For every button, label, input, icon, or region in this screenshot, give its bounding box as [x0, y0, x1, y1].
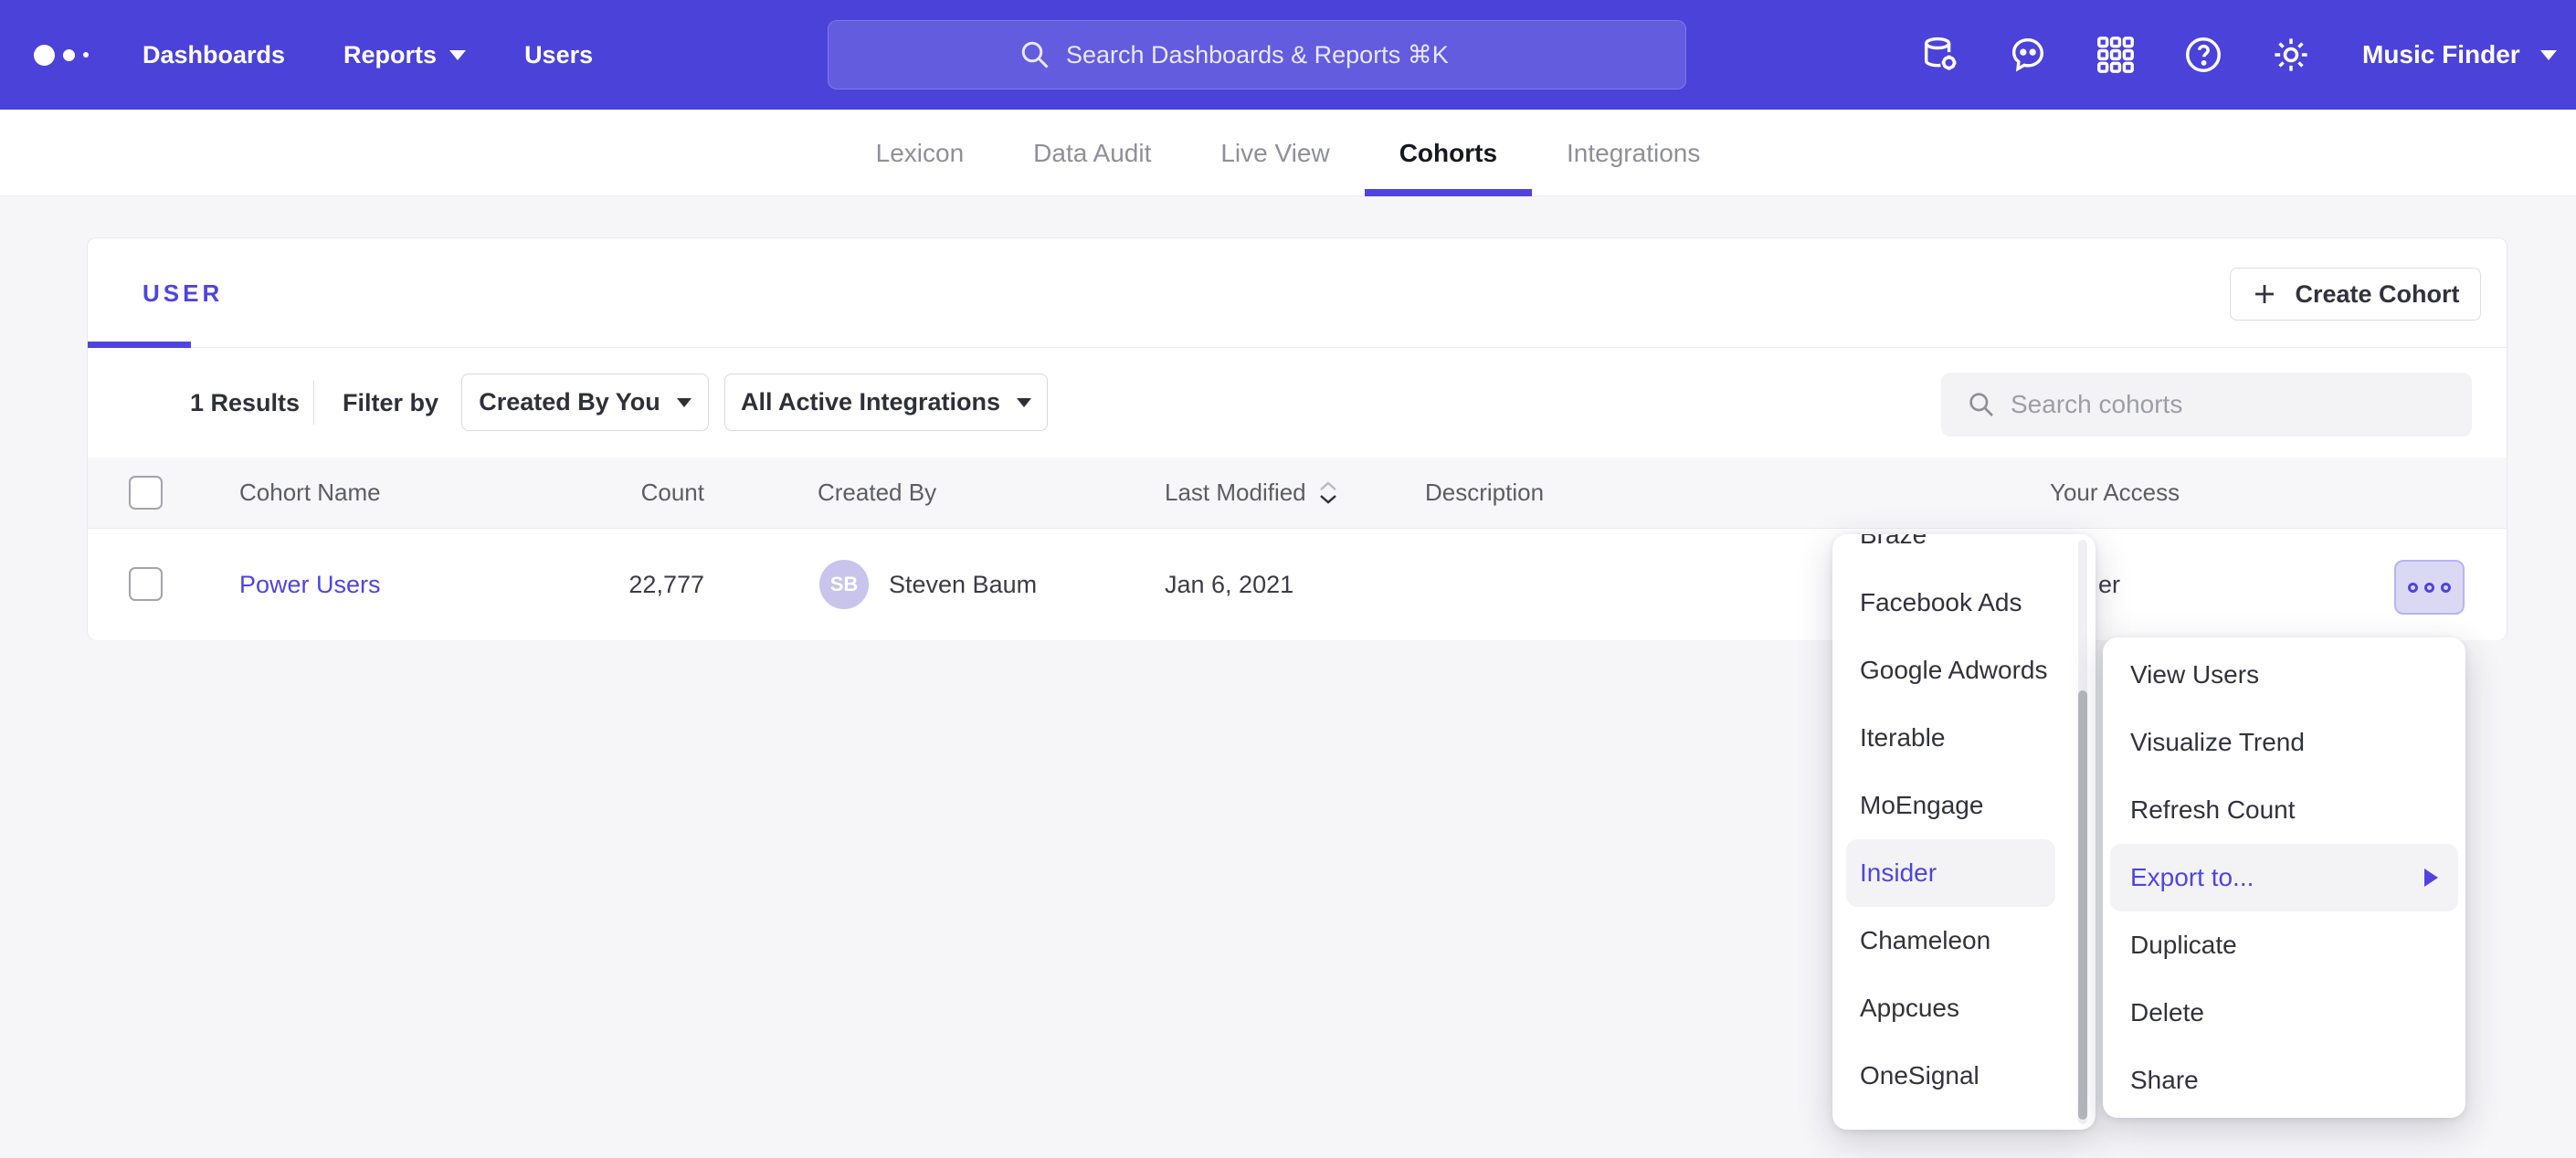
select-all-checkbox[interactable]: [129, 476, 163, 510]
chevron-down-icon: [677, 398, 692, 407]
top-nav-bar: Dashboards Reports Users: [0, 0, 2576, 110]
project-switcher[interactable]: Music Finder: [2362, 0, 2557, 110]
menu-item-visualize-trend[interactable]: Visualize Trend: [2103, 709, 2465, 776]
submenu-item-google-adwords[interactable]: Google Adwords: [1832, 637, 2096, 704]
export-submenu: Braze Facebook Ads Google Adwords Iterab…: [1832, 534, 2096, 1130]
table-header: Cohort Name Count Created By Last Modifi…: [88, 458, 2507, 529]
create-cohort-label: Create Cohort: [2295, 280, 2459, 309]
table-row: Power Users 22,777 SB Steven Baum Jan 6,…: [88, 529, 2507, 640]
submenu-item-iterable[interactable]: Iterable: [1832, 704, 2096, 772]
submenu-item-chameleon[interactable]: Chameleon: [1832, 907, 2096, 974]
row-checkbox[interactable]: [129, 567, 163, 601]
row-actions-button[interactable]: [2394, 560, 2465, 615]
three-dots-icon: [2408, 583, 2418, 593]
col-label: Last Modified: [1165, 479, 1306, 507]
chevron-down-icon: [2540, 50, 2557, 60]
global-search-bar[interactable]: [828, 20, 1686, 89]
row-context-menu: View Users Visualize Trend Refresh Count…: [2103, 637, 2465, 1118]
top-nav-links: Dashboards Reports Users: [143, 0, 593, 110]
menu-item-share[interactable]: Share: [2103, 1047, 2465, 1114]
search-icon: [1019, 38, 1051, 71]
mixpanel-logo-icon[interactable]: [34, 0, 89, 110]
feedback-icon[interactable]: [2007, 34, 2049, 76]
col-last-modified[interactable]: Last Modified: [1165, 458, 1337, 528]
integrations-filter-dropdown[interactable]: All Active Integrations: [724, 374, 1048, 431]
submenu-item-braze[interactable]: Braze: [1832, 534, 2096, 569]
project-name: Music Finder: [2362, 40, 2520, 69]
cohorts-panel: USER Create Cohort 1 Results Filter by C…: [87, 237, 2507, 640]
create-cohort-button[interactable]: Create Cohort: [2230, 268, 2481, 321]
menu-item-duplicate[interactable]: Duplicate: [2103, 911, 2465, 979]
help-icon[interactable]: [2182, 34, 2224, 76]
top-nav-icons: [1919, 0, 2312, 110]
col-created-by[interactable]: Created By: [818, 458, 936, 528]
cohorts-page: Dashboards Reports Users: [0, 0, 2576, 1158]
search-icon: [1967, 390, 1996, 419]
user-tab-label: USER: [143, 279, 223, 308]
created-by-filter-dropdown[interactable]: Created By You: [461, 374, 709, 431]
tab-integrations[interactable]: Integrations: [1532, 110, 1735, 196]
menu-item-refresh-count[interactable]: Refresh Count: [2103, 776, 2465, 844]
section-tabs: Lexicon Data Audit Live View Cohorts Int…: [0, 110, 2576, 196]
filter-by-label: Filter by: [343, 348, 438, 458]
nav-reports[interactable]: Reports: [343, 41, 466, 69]
panel-header: USER Create Cohort: [88, 238, 2507, 348]
col-description[interactable]: Description: [1425, 458, 1544, 528]
nav-users-label: Users: [524, 41, 593, 69]
tab-user-cohorts[interactable]: USER: [143, 238, 223, 348]
submenu-item-facebook-ads[interactable]: Facebook Ads: [1832, 569, 2096, 637]
global-search-input[interactable]: [1066, 41, 1495, 69]
cohort-count: 22,777: [526, 529, 704, 640]
nav-dashboards-label: Dashboards: [143, 41, 285, 69]
tab-label: Lexicon: [876, 139, 965, 168]
submenu-item-onesignal[interactable]: OneSignal: [1832, 1042, 2096, 1110]
submenu-item-appcues[interactable]: Appcues: [1832, 974, 2096, 1042]
menu-item-label: Export to...: [2130, 863, 2254, 892]
cohort-search-input[interactable]: [2011, 390, 2446, 419]
data-management-icon[interactable]: [1919, 34, 1961, 76]
active-tab-underline: [88, 342, 191, 348]
cohort-search-bar[interactable]: [1941, 373, 2472, 437]
tab-label: Integrations: [1567, 139, 1700, 168]
tab-live-view[interactable]: Live View: [1186, 110, 1364, 196]
dropdown-label: Created By You: [479, 388, 660, 416]
nav-users[interactable]: Users: [524, 41, 593, 69]
avatar: SB: [819, 560, 869, 609]
menu-item-view-users[interactable]: View Users: [2103, 641, 2465, 709]
col-your-access[interactable]: Your Access: [2050, 458, 2180, 528]
tab-data-audit[interactable]: Data Audit: [998, 110, 1186, 196]
tab-label: Data Audit: [1033, 139, 1151, 168]
submenu-item-insider[interactable]: Insider: [1846, 839, 2055, 907]
results-count: 1 Results: [190, 348, 300, 458]
col-count[interactable]: Count: [526, 458, 704, 528]
divider: [313, 381, 314, 425]
tab-label: Cohorts: [1399, 139, 1497, 168]
scrollbar-thumb[interactable]: [2078, 690, 2087, 1120]
your-access-value-partial: er: [2098, 529, 2120, 640]
settings-icon[interactable]: [2270, 34, 2312, 76]
menu-item-export-to[interactable]: Export to...: [2110, 844, 2458, 911]
tab-cohorts[interactable]: Cohorts: [1365, 110, 1532, 196]
cohort-name-link[interactable]: Power Users: [239, 529, 381, 640]
last-modified-date: Jan 6, 2021: [1165, 529, 1293, 640]
submenu-arrow-icon: [2424, 868, 2438, 887]
chevron-down-icon: [1017, 398, 1031, 407]
tab-label: Live View: [1220, 139, 1329, 168]
filter-row: 1 Results Filter by Created By You All A…: [88, 348, 2507, 458]
nav-reports-label: Reports: [343, 41, 437, 69]
tab-lexicon[interactable]: Lexicon: [841, 110, 999, 196]
sort-desc-icon: [1319, 481, 1337, 504]
nav-dashboards[interactable]: Dashboards: [143, 41, 285, 69]
col-cohort-name[interactable]: Cohort Name: [239, 458, 381, 528]
submenu-item-moengage[interactable]: MoEngage: [1832, 772, 2096, 839]
chevron-down-icon: [449, 50, 466, 60]
menu-item-delete[interactable]: Delete: [2103, 979, 2465, 1047]
plus-icon: [2251, 280, 2278, 308]
apps-grid-icon[interactable]: [2095, 34, 2137, 76]
dropdown-label: All Active Integrations: [741, 388, 1000, 416]
created-by-name: Steven Baum: [889, 529, 1037, 640]
